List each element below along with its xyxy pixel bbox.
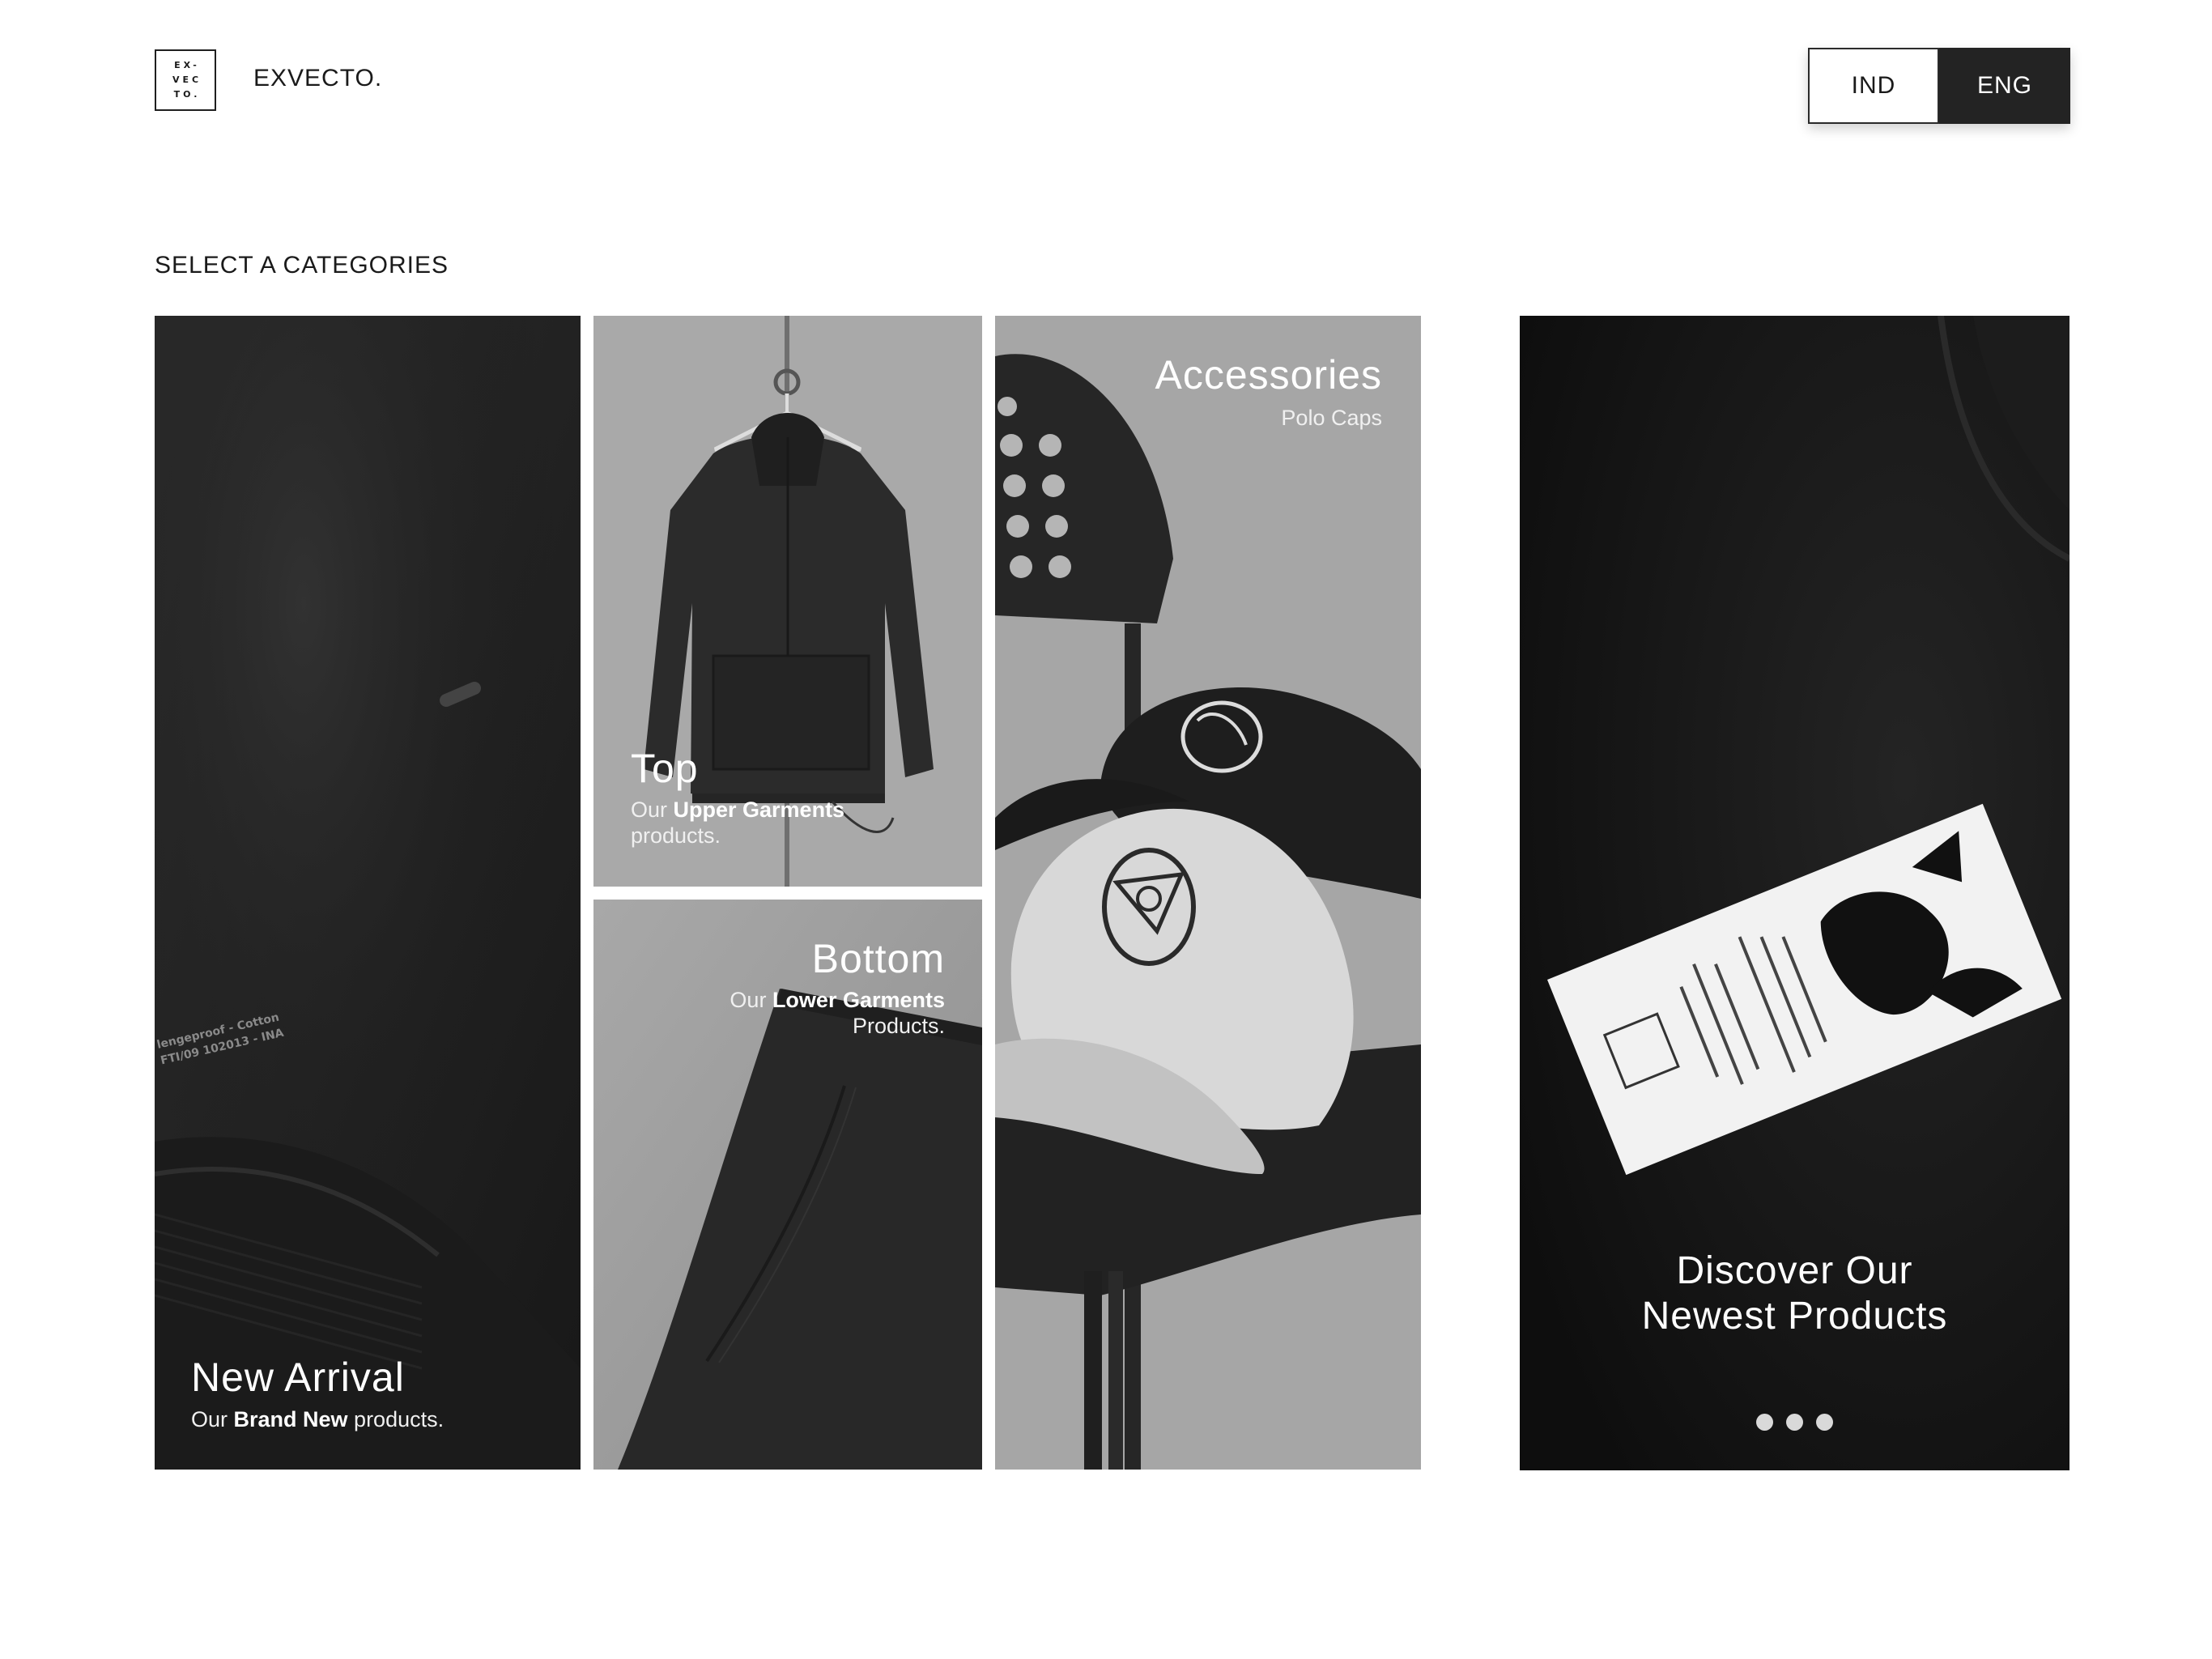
carousel-dot-2[interactable] xyxy=(1786,1414,1803,1431)
card-subtitle-new-arrival: Our Brand New products. xyxy=(191,1407,445,1431)
category-card-new-arrival[interactable]: lengeproof - Cotton FTI/09 102013 - INA … xyxy=(155,316,581,1470)
category-card-bottom[interactable]: Bottom Our Lower Garments Products. xyxy=(593,900,982,1470)
trousers-image xyxy=(593,900,982,1470)
card-title-bottom: Bottom xyxy=(811,936,945,981)
card-subtitle-bottom: Our Lower Garments Products. xyxy=(730,988,945,1038)
category-card-accessories[interactable]: Accessories Polo Caps xyxy=(995,316,1421,1470)
logo-mark[interactable]: EX- VEC TO. xyxy=(155,49,216,111)
carousel-pagination xyxy=(1756,1414,1833,1431)
polo-caps-image xyxy=(995,316,1421,1470)
section-title: SELECT A CATEGORIES xyxy=(155,252,449,279)
card-subtitle-top: Our Upper Garments products. xyxy=(631,798,845,848)
category-card-top[interactable]: Top Our Upper Garments products. xyxy=(593,316,982,887)
carousel-title-line-2: Newest Products xyxy=(1641,1295,1948,1338)
featured-carousel[interactable]: Discover Our Newest Products xyxy=(1520,316,2069,1470)
language-switcher: IND ENG xyxy=(1808,48,2070,124)
logo-line-2: VEC xyxy=(172,74,202,85)
card-title-top: Top xyxy=(631,746,699,791)
carousel-title: Discover Our Newest Products xyxy=(1520,1249,2069,1339)
carousel-title-line-1: Discover Our xyxy=(1676,1249,1913,1292)
carousel-dot-3[interactable] xyxy=(1816,1414,1833,1431)
carousel-dot-1[interactable] xyxy=(1756,1414,1773,1431)
card-title-new-arrival: New Arrival xyxy=(191,1355,405,1400)
language-button-ind[interactable]: IND xyxy=(1808,48,1939,124)
logo-line-1: EX- xyxy=(174,60,200,70)
brand-name[interactable]: EXVECTO. xyxy=(253,65,382,92)
card-title-accessories: Accessories xyxy=(1155,352,1382,398)
card-subtitle-accessories: Polo Caps xyxy=(1281,406,1382,430)
logo-line-3: TO. xyxy=(173,89,201,100)
hoodie-sleeve-image: lengeproof - Cotton FTI/09 102013 - INA xyxy=(155,316,581,1470)
language-button-eng[interactable]: ENG xyxy=(1939,48,2070,124)
